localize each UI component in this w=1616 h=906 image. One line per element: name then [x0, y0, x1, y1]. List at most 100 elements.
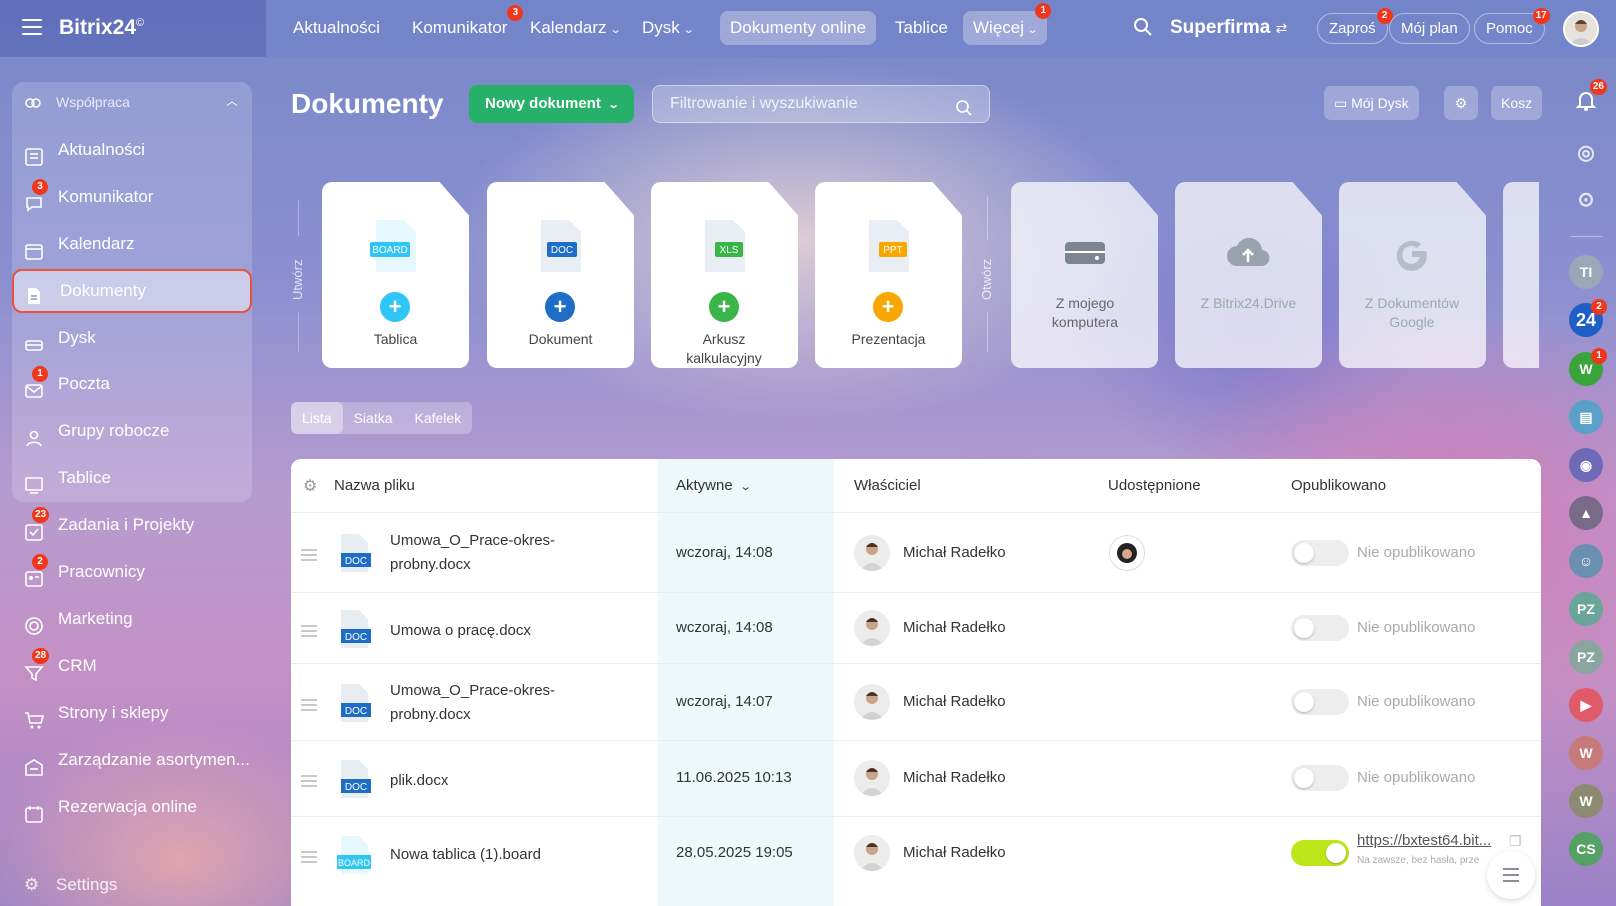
chevron-up-icon[interactable]: ︿ [226, 92, 238, 109]
owner-avatar[interactable] [854, 610, 890, 646]
nav-item-tablice[interactable]: Tablice [885, 11, 958, 45]
shared-user-avatar[interactable] [1109, 535, 1145, 571]
menu-icon[interactable] [22, 19, 42, 35]
activity-icon[interactable]: ◎ [1569, 136, 1603, 170]
help-button[interactable]: Pomoc 17 [1474, 8, 1550, 44]
header-owner[interactable]: Właściciel [854, 477, 921, 494]
sidebar-group-header[interactable]: Współpraca [24, 94, 130, 111]
file-name-link[interactable]: Umowa_O_Prace-okres-probny.docx [390, 529, 610, 577]
public-link[interactable]: https://bxtest64.bit... [1357, 832, 1502, 849]
sidebar-item-tablice[interactable]: Tablice [12, 456, 252, 500]
sidebar-item-komunikator[interactable]: 3 Komunikator [12, 175, 252, 219]
sidebar-item-dysk[interactable]: Dysk [12, 316, 252, 360]
chat-avatar[interactable]: W [1569, 784, 1603, 818]
table-row[interactable]: BOARD Nowa tablica (1).board 28.05.2025 … [291, 816, 1541, 906]
table-row[interactable]: DOC Umowa_O_Prace-okres-probny.docx wczo… [291, 512, 1541, 592]
sidebar-item-strony[interactable]: Strony i sklepy [12, 691, 252, 735]
owner-avatar[interactable] [854, 760, 890, 796]
sidebar-item-marketing[interactable]: Marketing [12, 597, 252, 641]
open-from-google-card[interactable]: Z Dokumentów Google [1339, 182, 1486, 368]
header-published[interactable]: Opublikowano [1291, 477, 1386, 494]
sidebar-settings[interactable]: ⚙ Settings [24, 875, 117, 895]
drag-handle-icon[interactable] [301, 549, 317, 561]
nav-item-aktualnosci[interactable]: Aktualności [283, 11, 390, 45]
owner-name[interactable]: Michał Radełko [903, 769, 1006, 786]
chat-group-avatar[interactable]: ▤ [1569, 400, 1603, 434]
owner-avatar[interactable] [854, 535, 890, 571]
owner-name[interactable]: Michał Radełko [903, 693, 1006, 710]
table-row[interactable]: DOC Umowa_O_Prace-okres-probny.docx wczo… [291, 663, 1541, 740]
create-document-card[interactable]: DOC + Dokument [487, 182, 634, 368]
search-chat-icon[interactable]: ⊙ [1569, 183, 1603, 217]
video-call-icon[interactable]: ▶ [1569, 688, 1603, 722]
open-from-computer-card[interactable]: Z mojego komputera [1011, 182, 1158, 368]
open-more-card[interactable] [1503, 182, 1539, 368]
gear-icon[interactable]: ⚙ [303, 476, 317, 496]
nav-item-dokumenty-online[interactable]: Dokumenty online [720, 11, 877, 45]
publish-toggle[interactable] [1291, 615, 1349, 641]
nav-item-kalendarz[interactable]: Kalendarz ⌄ [520, 11, 630, 45]
file-name-link[interactable]: Umowa o pracę.docx [390, 619, 610, 643]
drag-handle-icon[interactable] [301, 851, 317, 863]
company-name[interactable]: Superfirma ⇄ [1170, 17, 1287, 39]
table-row[interactable]: DOC Umowa o pracę.docx wczoraj, 14:08 Mi… [291, 592, 1541, 663]
drag-handle-icon[interactable] [301, 625, 317, 637]
view-list[interactable]: Lista [291, 402, 343, 434]
user-avatar[interactable] [1563, 11, 1599, 47]
sidebar-item-poczta[interactable]: 1 Poczta [12, 362, 252, 406]
chat-avatar[interactable]: PZ [1569, 640, 1603, 674]
trash-button[interactable]: Kosz [1491, 86, 1543, 120]
bell-icon[interactable]: 26 [1569, 79, 1607, 117]
create-board-card[interactable]: BOARD + Tablica [322, 182, 469, 368]
settings-button[interactable]: ⚙ [1444, 86, 1478, 120]
sidebar-item-kalendarz[interactable]: Kalendarz [12, 222, 252, 266]
chat-avatar[interactable]: W [1569, 736, 1603, 770]
chat-avatar[interactable]: TI [1569, 255, 1603, 289]
publish-toggle[interactable] [1291, 689, 1349, 715]
owner-name[interactable]: Michał Radełko [903, 844, 1006, 861]
publish-toggle[interactable] [1291, 540, 1349, 566]
sidebar-item-pracownicy[interactable]: 2 Pracownicy [12, 550, 252, 594]
new-document-button[interactable]: Nowy dokument ⌄ [469, 85, 635, 123]
sidebar-item-rezerwacja[interactable]: Rezerwacja online [12, 785, 252, 829]
open-from-drive-card[interactable]: Z Bitrix24.Drive [1175, 182, 1322, 368]
table-row[interactable]: DOC plik.docx 11.06.2025 10:13 Michał Ra… [291, 740, 1541, 816]
app-logo[interactable]: Bitrix24© [59, 16, 144, 40]
nav-item-wiecej[interactable]: Więcej ⌄ 1 [963, 3, 1052, 45]
owner-name[interactable]: Michał Radełko [903, 544, 1006, 561]
chat-avatar[interactable]: W1 [1569, 348, 1607, 386]
copy-icon[interactable]: ❐ [1509, 833, 1522, 850]
search-input[interactable]: Filtrowanie i wyszukiwanie [652, 85, 990, 123]
chat-group-avatar[interactable]: ☺ [1569, 544, 1603, 578]
drag-handle-icon[interactable] [301, 699, 317, 711]
file-name-link[interactable]: Umowa_O_Prace-okres-probny.docx [390, 679, 610, 727]
view-tile[interactable]: Kafelek [404, 402, 473, 434]
sidebar-item-crm[interactable]: 28 CRM [12, 644, 252, 688]
list-menu-button[interactable] [1487, 851, 1535, 899]
chat-avatar[interactable]: CS [1569, 832, 1603, 866]
header-name[interactable]: Nazwa pliku [334, 477, 415, 494]
publish-toggle[interactable] [1291, 840, 1349, 866]
chat-group-avatar[interactable]: ◉ [1569, 448, 1603, 482]
my-drive-button[interactable]: ▭ Mój Dysk [1324, 86, 1419, 120]
owner-name[interactable]: Michał Radełko [903, 619, 1006, 636]
my-plan-button[interactable]: Mój plan [1389, 13, 1470, 44]
chat-avatar[interactable]: PZ [1569, 592, 1603, 626]
sidebar-item-dokumenty[interactable]: Dokumenty [12, 269, 252, 313]
publish-toggle[interactable] [1291, 765, 1349, 791]
create-spreadsheet-card[interactable]: XLS + Arkusz kalkulacyjny [651, 182, 798, 368]
chat-photo-avatar[interactable]: ▲ [1569, 496, 1603, 530]
nav-item-komunikator[interactable]: Komunikator 3 [402, 5, 524, 45]
invite-button[interactable]: Zaproś 2 [1317, 8, 1393, 44]
file-name-link[interactable]: Nowa tablica (1).board [390, 843, 610, 867]
drag-handle-icon[interactable] [301, 775, 317, 787]
create-presentation-card[interactable]: PPT + Prezentacja [815, 182, 962, 368]
file-name-link[interactable]: plik.docx [390, 769, 610, 793]
owner-avatar[interactable] [854, 835, 890, 871]
sidebar-item-asortyment[interactable]: Zarządzanie asortymen... [12, 738, 252, 782]
owner-avatar[interactable] [854, 684, 890, 720]
sidebar-item-grupy-robocze[interactable]: Grupy robocze [12, 409, 252, 453]
sidebar-item-zadania[interactable]: 23 Zadania i Projekty [12, 503, 252, 547]
chat-avatar-bitrix[interactable]: 24 2 [1569, 299, 1607, 337]
view-grid[interactable]: Siatka [343, 402, 404, 434]
